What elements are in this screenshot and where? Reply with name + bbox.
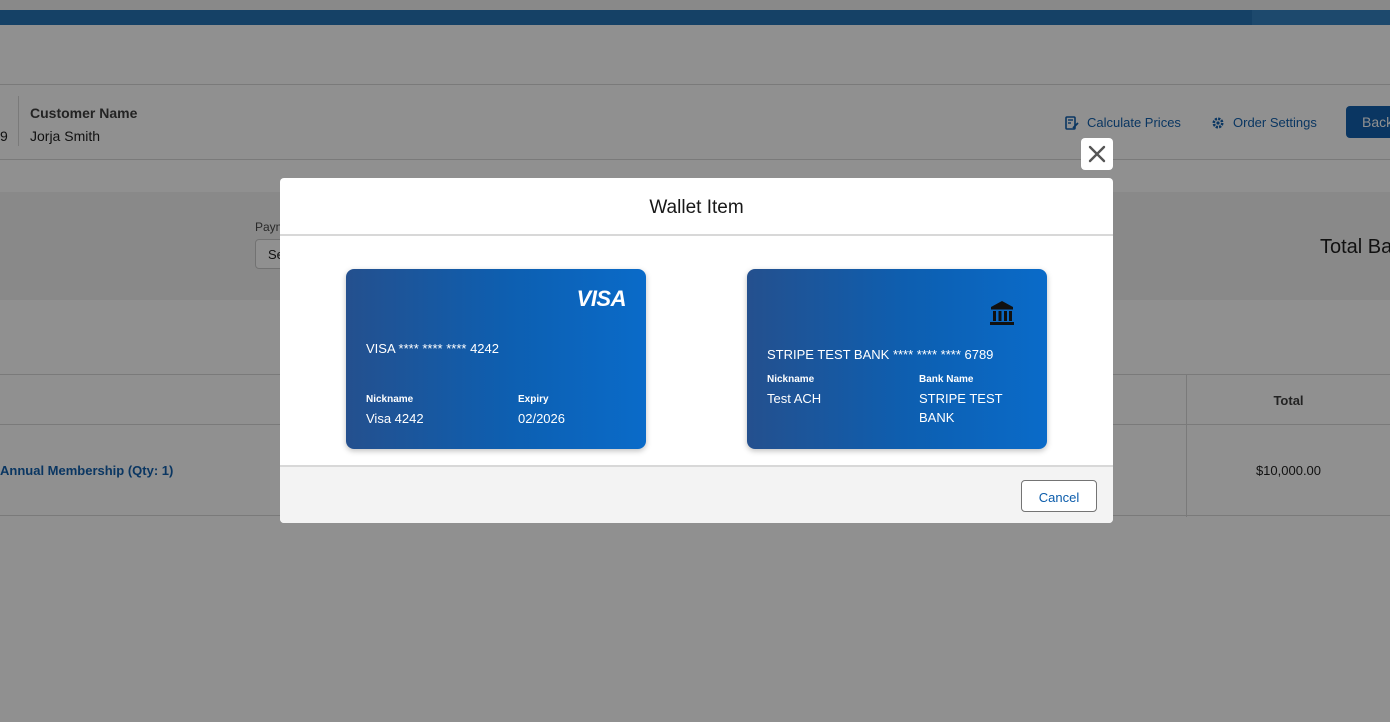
cancel-button[interactable]: Cancel xyxy=(1021,480,1097,512)
wallet-item-modal: Wallet Item VISA VISA **** **** **** 424… xyxy=(280,178,1113,523)
wallet-card-visa[interactable]: VISA VISA **** **** **** 4242 Nickname V… xyxy=(346,269,646,449)
nickname-label: Nickname xyxy=(767,374,815,385)
bank-account-number: STRIPE TEST BANK **** **** **** 6789 xyxy=(767,347,994,362)
visa-logo-icon: VISA xyxy=(576,286,627,311)
nickname-value: Visa 4242 xyxy=(366,411,424,426)
expiry-value: 02/2026 xyxy=(518,411,565,426)
close-icon xyxy=(1088,145,1106,163)
close-modal-button[interactable] xyxy=(1081,138,1113,170)
nickname-value: Test ACH xyxy=(767,391,822,406)
modal-footer: Cancel xyxy=(280,465,1113,523)
card-number: VISA **** **** **** 4242 xyxy=(366,341,499,356)
nickname-label: Nickname xyxy=(366,394,414,405)
wallet-card-bank[interactable]: STRIPE TEST BANK **** **** **** 6789 Nic… xyxy=(747,269,1047,449)
bank-name-value: STRIPE TEST BANK xyxy=(919,391,1003,425)
expiry-label: Expiry xyxy=(518,394,549,405)
bank-icon xyxy=(990,301,1014,325)
bank-name-label: Bank Name xyxy=(919,374,974,385)
modal-title: Wallet Item xyxy=(280,178,1113,236)
